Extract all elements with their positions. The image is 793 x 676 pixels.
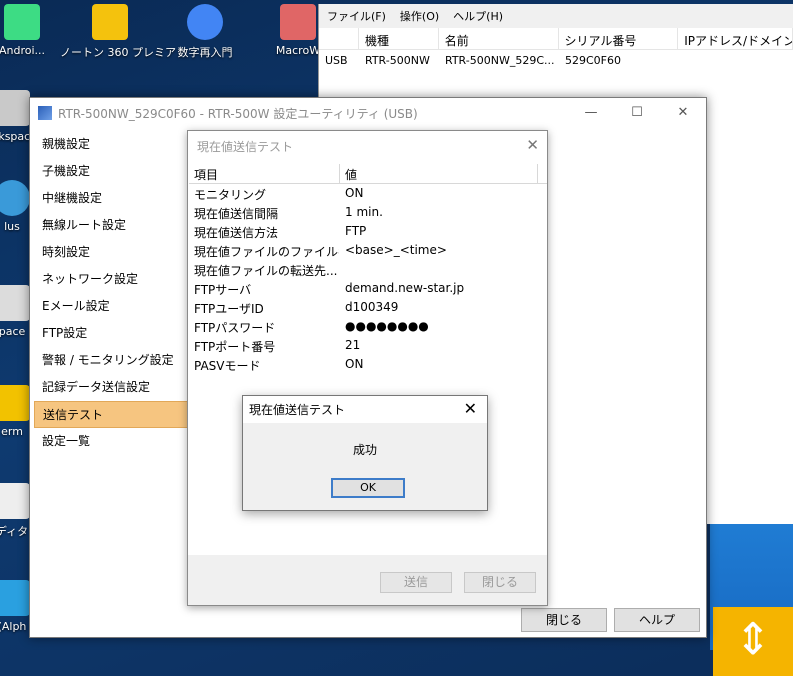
desktop-icon-chrome[interactable]: 数字再入門 (165, 4, 245, 60)
popup-title[interactable]: 現在値送信テスト (243, 396, 487, 423)
table-row: FTPパスワード ●●●●●●●● (189, 319, 547, 338)
send-button[interactable]: 送信 (380, 572, 452, 593)
device-type: USB (325, 54, 348, 67)
row-value: FTP (345, 224, 367, 238)
popup-message: 成功 (352, 443, 377, 457)
nav-recorded-data[interactable]: 記録データ送信設定 (34, 374, 194, 401)
main-help-button[interactable]: ヘルプ (614, 608, 700, 632)
header-item[interactable]: 項目 (189, 164, 340, 183)
row-value: ON (345, 357, 364, 371)
menu-bar: ファイル(F) 操作(O) ヘルプ(H) (319, 4, 793, 28)
test-grid-header: 項目 値 (189, 164, 547, 184)
space-app-icon (0, 285, 30, 321)
row-key: FTPパスワード (194, 321, 276, 335)
row-key: 現在値送信方法 (194, 226, 279, 240)
send-test-dialog: 現在値送信テスト ✕ 項目 値 モニタリング ON 現在値送信間隔 1 min. 現… (187, 130, 548, 606)
success-popup: 現在値送信テスト ✕ 成功 OK (242, 395, 488, 511)
terminal-icon (0, 385, 30, 421)
send-test-title[interactable]: 現在値送信テスト (188, 131, 547, 161)
table-row: 現在値ファイルの転送先... (189, 262, 547, 281)
alpha-app-icon (0, 580, 30, 616)
nav-ftp[interactable]: FTP設定 (34, 320, 194, 347)
window-controls: — ☐ ✕ (568, 98, 706, 128)
row-key: 現在値送信間隔 (194, 207, 279, 221)
workspace-icon (0, 90, 30, 126)
close-icon[interactable]: ✕ (526, 136, 539, 154)
header-value[interactable]: 値 (340, 164, 538, 183)
column-ip[interactable]: IPアドレス/ドメイン (678, 28, 793, 49)
row-key: FTPサーバ (194, 283, 252, 297)
nav-repeater[interactable]: 中継機設定 (34, 185, 194, 212)
window-title: RTR-500NW_529C0F60 - RTR-500W 設定ユーティリティ … (58, 106, 418, 121)
row-value: <base>_<time> (345, 243, 447, 257)
desktop-icon-norton[interactable]: ノートン 360 プレミア (60, 4, 176, 60)
row-value: ON (345, 186, 364, 200)
chrome-icon (187, 4, 223, 40)
device-list-header: 機種 名前 シリアル番号 IPアドレス/ドメイン (319, 28, 793, 50)
plus-app-icon (0, 180, 30, 216)
table-row: FTPサーバ demand.new-star.jp (189, 281, 547, 300)
device-model: RTR-500NW (365, 54, 430, 67)
table-row: PASVモード ON (189, 357, 547, 376)
device-name: RTR-500NW_529C... (445, 54, 555, 67)
row-key: モニタリング (194, 188, 267, 202)
nav-base-unit[interactable]: 親機設定 (34, 131, 194, 158)
table-row: 現在値送信間隔 1 min. (189, 205, 547, 224)
test-grid-body: モニタリング ON 現在値送信間隔 1 min. 現在値送信方法 FTP 現在値ファイ… (189, 186, 547, 376)
nav-email[interactable]: Eメール設定 (34, 293, 194, 320)
row-value: 21 (345, 338, 361, 352)
row-key: FTPユーザID (194, 302, 264, 316)
column-type[interactable] (319, 28, 359, 49)
desktop-icon-android[interactable]: Androi... (0, 4, 62, 57)
editor-icon (0, 483, 30, 519)
nav-clock[interactable]: 時刻設定 (34, 239, 194, 266)
column-model[interactable]: 機種 (359, 28, 439, 49)
ok-button[interactable]: OK (331, 478, 405, 498)
column-serial[interactable]: シリアル番号 (559, 28, 679, 49)
android-icon (4, 4, 40, 40)
main-close-button[interactable]: 閉じる (521, 608, 607, 632)
nav-alarm-monitoring[interactable]: 警報 / モニタリング設定 (34, 347, 194, 374)
row-value: 1 min. (345, 205, 383, 219)
menu-help[interactable]: ヘルプ(H) (453, 8, 503, 24)
row-value: demand.new-star.jp (345, 281, 465, 295)
table-row: モニタリング ON (189, 186, 547, 205)
table-row: 現在値ファイルのファイル名 <base>_<time> (189, 243, 547, 262)
minimize-icon[interactable]: — (568, 98, 614, 128)
nav-send-test[interactable]: 送信テスト (34, 401, 194, 428)
row-key: 現在値ファイルの転送先... (194, 264, 338, 278)
row-key: FTPポート番号 (194, 340, 276, 354)
close-icon[interactable]: ✕ (660, 98, 706, 128)
row-value (339, 262, 345, 281)
menu-operation[interactable]: 操作(O) (400, 8, 439, 24)
menu-file[interactable]: ファイル(F) (327, 8, 386, 24)
device-serial: 529C0F60 (565, 54, 621, 67)
device-list-row[interactable]: USB RTR-500NW RTR-500NW_529C... 529C0F60 (319, 50, 793, 72)
settings-nav: 親機設定 子機設定 中継機設定 無線ルート設定 時刻設定 ネットワーク設定 Eメ… (34, 131, 194, 455)
table-row: 現在値送信方法 FTP (189, 224, 547, 243)
table-row: FTPユーザID d100349 (189, 300, 547, 319)
dialog-close-button[interactable]: 閉じる (464, 572, 536, 593)
close-icon[interactable]: ✕ (464, 399, 477, 418)
nav-network[interactable]: ネットワーク設定 (34, 266, 194, 293)
nav-settings-list[interactable]: 設定一覧 (34, 428, 194, 455)
column-name[interactable]: 名前 (439, 28, 559, 49)
app-icon (38, 106, 52, 120)
sync-arrows-icon[interactable]: ⇕ (713, 607, 793, 676)
table-row: FTPポート番号 21 (189, 338, 547, 357)
macro-icon (280, 4, 316, 40)
nav-wireless-route[interactable]: 無線ルート設定 (34, 212, 194, 239)
row-key: PASVモード (194, 359, 261, 373)
row-value: d100349 (345, 300, 399, 314)
row-value: ●●●●●●●● (345, 319, 429, 333)
maximize-icon[interactable]: ☐ (614, 98, 660, 128)
nav-remote-unit[interactable]: 子機設定 (34, 158, 194, 185)
norton-icon (92, 4, 128, 40)
row-key: 現在値ファイルのファイル名 (194, 245, 339, 259)
